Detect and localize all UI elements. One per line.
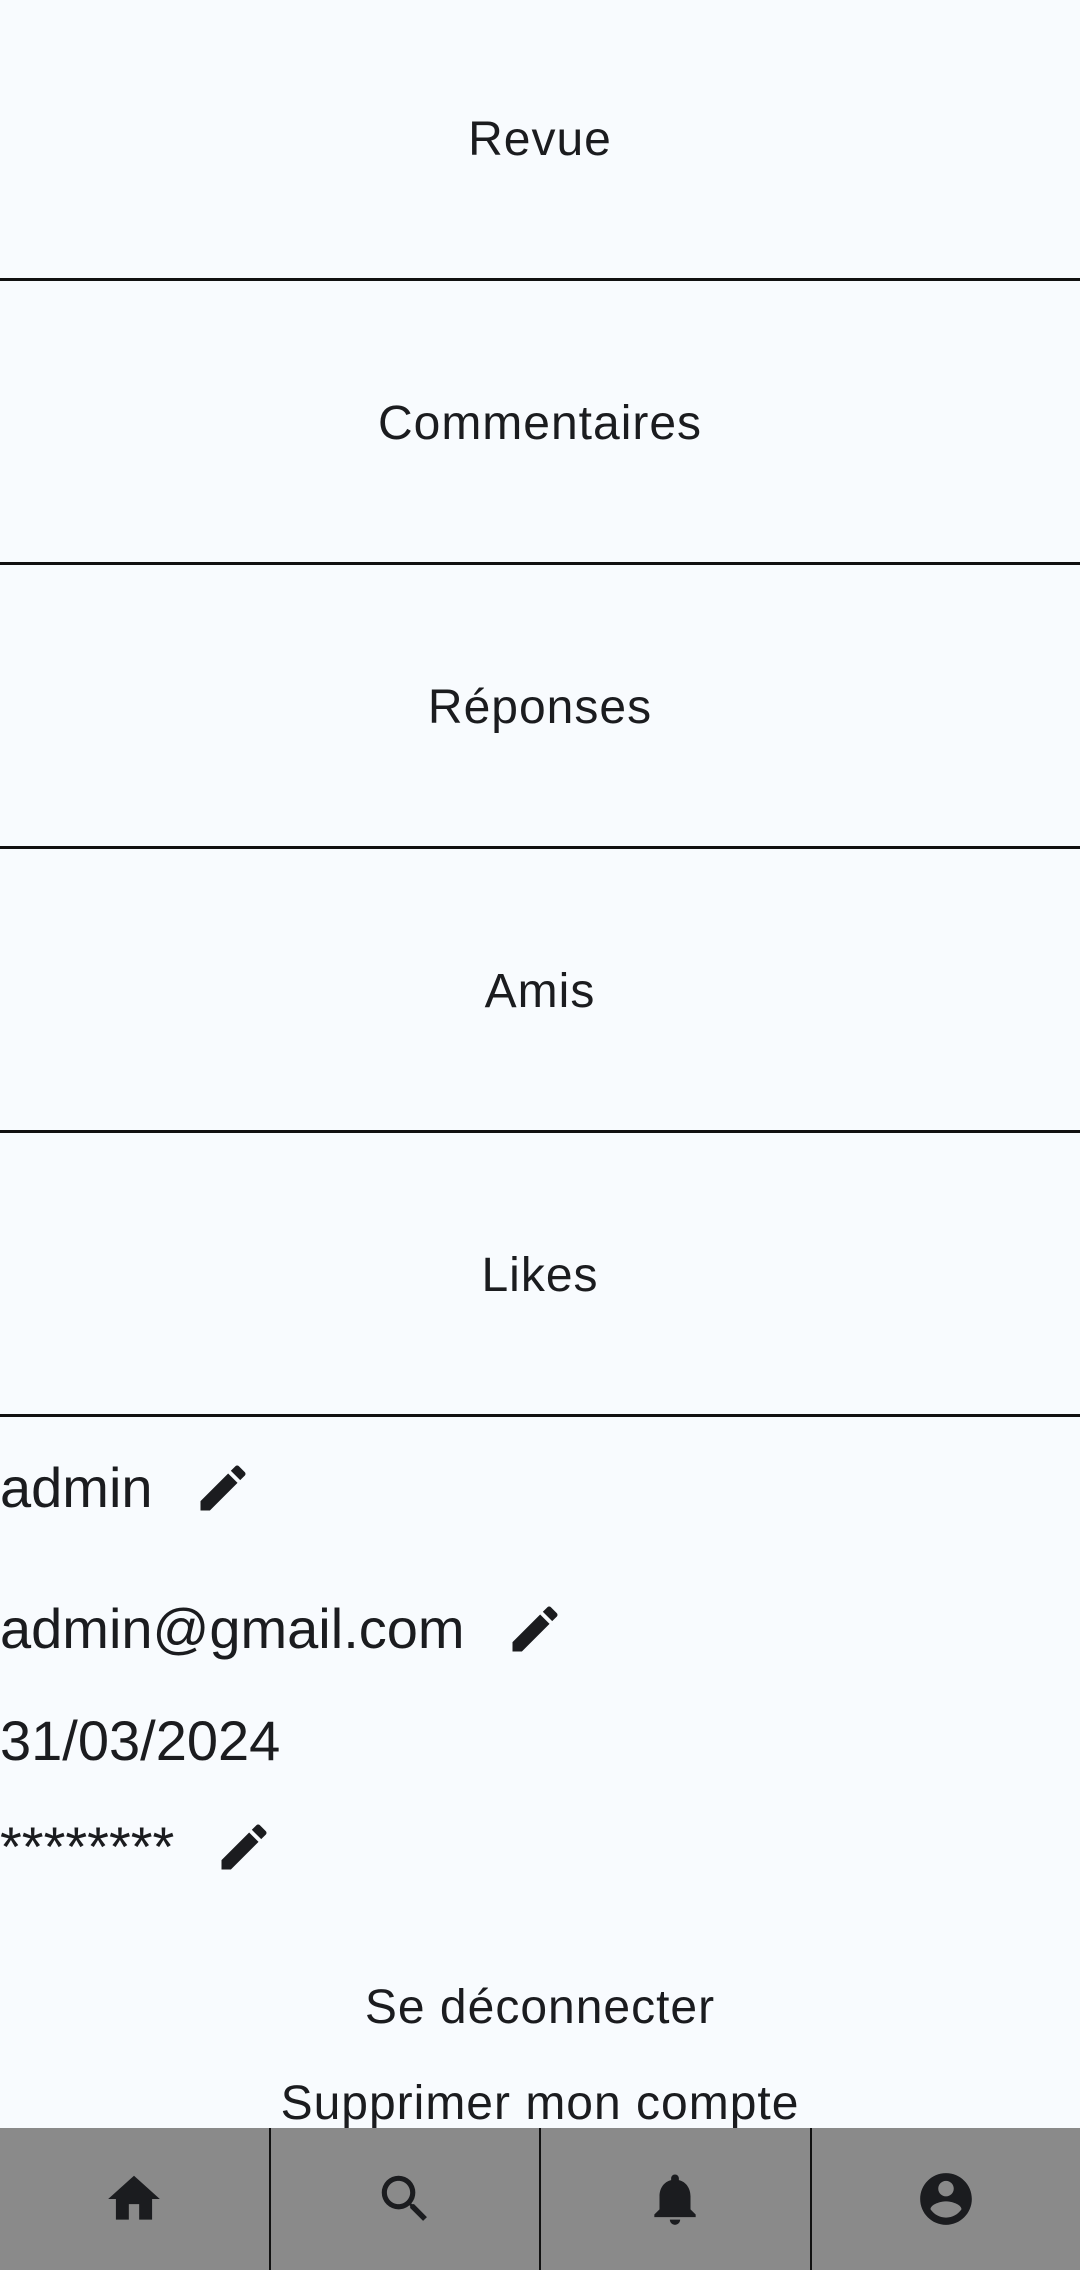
bell-icon — [654, 2174, 696, 2225]
pencil-icon — [512, 1605, 558, 1651]
home-icon — [108, 2175, 161, 2220]
edit-email-pencil-icon[interactable] — [505, 1599, 565, 1659]
menu-item-label: Commentaires — [377, 396, 703, 450]
delete-account-button[interactable]: Supprimer mon compte — [0, 2076, 1080, 2131]
menu-item-revue[interactable]: Revue — [0, 0, 1080, 281]
menu-item-label: Revue — [468, 112, 612, 166]
menu-item-likes[interactable]: Likes — [0, 1136, 1080, 1417]
menu-item-label: Amis — [484, 964, 596, 1018]
pencil-icon — [200, 1464, 246, 1510]
edit-password-pencil-icon[interactable] — [214, 1817, 274, 1877]
edit-username-pencil-icon[interactable] — [193, 1458, 253, 1518]
email-row: admin@gmail.com — [0, 1596, 565, 1661]
username-row: admin — [0, 1455, 253, 1520]
username-value: admin — [0, 1456, 153, 1519]
password-row: ******** — [0, 1814, 274, 1879]
nav-account[interactable] — [809, 2128, 1080, 2270]
date-row: 31/03/2024 — [0, 1708, 280, 1773]
bottom-navigation — [0, 2128, 1080, 2270]
menu-item-commentaires[interactable]: Commentaires — [0, 284, 1080, 565]
menu-item-reponses[interactable]: Réponses — [0, 568, 1080, 849]
search-icon — [381, 2175, 427, 2221]
date-value: 31/03/2024 — [0, 1709, 281, 1772]
account-icon — [919, 2173, 972, 2225]
nav-home[interactable] — [0, 2128, 269, 2270]
menu-item-label: Réponses — [427, 680, 653, 734]
email-value: admin@gmail.com — [0, 1597, 465, 1660]
logout-button[interactable]: Se déconnecter — [0, 1980, 1080, 2035]
nav-notifications[interactable] — [539, 2128, 810, 2270]
pencil-icon — [221, 1823, 267, 1869]
password-value: ******** — [0, 1815, 175, 1878]
menu-item-amis[interactable]: Amis — [0, 852, 1080, 1133]
menu-item-label: Likes — [481, 1248, 599, 1302]
nav-search[interactable] — [268, 2128, 540, 2270]
